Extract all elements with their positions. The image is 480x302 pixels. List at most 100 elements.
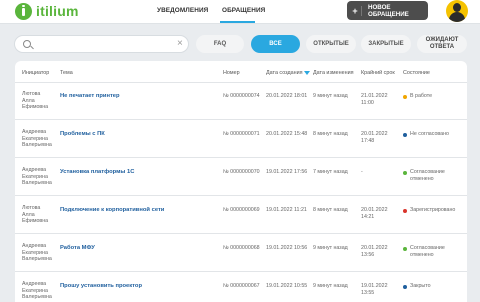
status-badge-line: отменено xyxy=(410,175,434,182)
header-initiator[interactable]: Инициатор xyxy=(22,70,49,76)
header-created[interactable]: Дата создания xyxy=(266,70,310,76)
number-cell: № 0000000068 xyxy=(223,245,260,251)
status-badge-line: В работе xyxy=(410,93,433,99)
table-row[interactable]: Андреева Екатерина Валерьевна Прошу установ… xyxy=(15,273,467,302)
table-row[interactable]: Андреева Екатерина Валерьевна Работа МФУ № 0… xyxy=(15,235,467,272)
deadline-cell-line: 20.01.2022 xyxy=(361,131,388,137)
changed-cell: 9 минут назад xyxy=(313,283,348,289)
deadline-cell: 21.01.2022 11:00 xyxy=(361,93,388,106)
user-body-icon xyxy=(449,12,465,22)
status-badge: Не согласовано xyxy=(410,131,449,138)
initiator-cell-line: Алла xyxy=(22,211,35,218)
deadline-cell-line: - xyxy=(361,169,363,175)
number-cell: № 0000000070 xyxy=(223,169,260,175)
changed-cell: 7 минут назад xyxy=(313,169,348,175)
deadline-cell-line: 13:56 xyxy=(361,251,375,258)
initiator-cell-line: Ефимовна xyxy=(22,218,49,225)
search-icon xyxy=(23,40,31,48)
initiator-cell-line: Екатерина xyxy=(22,135,48,142)
number-cell: № 0000000071 xyxy=(223,131,260,137)
header-deadline[interactable]: Крайний срок xyxy=(361,70,395,76)
deadline-cell: - xyxy=(361,169,363,176)
avatar[interactable] xyxy=(446,0,468,22)
initiator-cell-line: Екатерина xyxy=(22,173,48,180)
status-badge: Согласование отменено xyxy=(410,245,445,258)
filter-awaiting-reply[interactable]: ОЖИДАЮТ ОТВЕТА xyxy=(417,35,467,53)
deadline-cell: 20.01.2022 13:56 xyxy=(361,245,388,258)
topic-link[interactable]: Проблемы с ПК xyxy=(60,131,105,138)
initiator-cell-line: Екатерина xyxy=(22,249,48,256)
created-cell: 19.01.2022 17:56 xyxy=(266,169,308,175)
deadline-cell-line: 14:21 xyxy=(361,213,375,220)
search-input[interactable]: × xyxy=(14,35,189,53)
status-dot-icon xyxy=(403,209,407,213)
created-cell: 20.01.2022 18:01 xyxy=(266,93,308,99)
initiator-cell-line: Ефимовна xyxy=(22,104,49,111)
deadline-cell: 20.01.2022 14:21 xyxy=(361,207,388,220)
number-cell: № 0000000069 xyxy=(223,207,260,213)
tab-requests[interactable]: ОБРАЩЕНИЯ xyxy=(222,7,265,14)
initiator-cell-line: Валерьевна xyxy=(22,294,52,301)
status-badge-line: Не согласовано xyxy=(410,131,449,137)
initiator-cell: Лютова Алла Ефимовна xyxy=(22,91,48,111)
top-bar: itilium УВЕДОМЛЕНИЯ ОБРАЩЕНИЯ + НОВОЕ ОБ… xyxy=(0,0,480,24)
initiator-cell-line: Андреева xyxy=(22,129,47,135)
created-cell: 19.01.2022 10:55 xyxy=(266,283,308,289)
topic-link[interactable]: Подключение к корпоративной сети xyxy=(60,207,164,214)
table-row[interactable]: Лютова Алла Ефимовна Не печатает принтер № 0… xyxy=(15,83,467,120)
table-row[interactable]: Лютова Алла Ефимовна Подключение к корпорат… xyxy=(15,197,467,234)
initiator-cell: Андреева Екатерина Валерьевна xyxy=(22,243,52,263)
status-badge-line: отменено xyxy=(410,251,434,258)
initiator-cell-line: Андреева xyxy=(22,243,47,249)
status-dot-icon xyxy=(403,171,407,175)
status-badge: Зарегистрировано xyxy=(410,207,455,214)
changed-cell: 9 минут назад xyxy=(313,245,348,251)
requests-table: Инициатор Тема Номер Дата создания Дата … xyxy=(15,61,467,302)
user-head-icon xyxy=(453,3,461,12)
tab-notifications[interactable]: УВЕДОМЛЕНИЯ xyxy=(157,7,208,14)
table-row[interactable]: Андреева Екатерина Валерьевна Установка пла… xyxy=(15,159,467,196)
table-row[interactable]: Андреева Екатерина Валерьевна Проблемы с ПК… xyxy=(15,121,467,158)
status-badge: Закрыто xyxy=(410,283,431,290)
itilium-logo-icon[interactable] xyxy=(15,3,32,20)
header-topic[interactable]: Тема xyxy=(60,70,73,76)
deadline-cell-line: 19.01.2022 xyxy=(361,283,388,289)
initiator-cell-line: Алла xyxy=(22,97,35,104)
status-dot-icon xyxy=(403,285,407,289)
logo-text[interactable]: itilium xyxy=(36,3,79,19)
topic-link[interactable]: Работа МФУ xyxy=(60,245,95,252)
initiator-cell-line: Лютова xyxy=(22,205,41,211)
filter-open[interactable]: ОТКРЫТЫЕ xyxy=(306,35,356,53)
header-status[interactable]: Состояние xyxy=(403,70,430,76)
changed-cell: 8 минут назад xyxy=(313,131,348,137)
header-changed[interactable]: Дата изменения xyxy=(313,70,354,76)
filter-all[interactable]: ВСЕ xyxy=(251,35,300,53)
initiator-cell-line: Валерьевна xyxy=(22,142,52,149)
deadline-cell-line: 20.01.2022 xyxy=(361,245,388,251)
active-tab-indicator xyxy=(220,21,255,23)
deadline-cell-line: 17:48 xyxy=(361,137,375,144)
created-cell: 19.01.2022 11:21 xyxy=(266,207,307,213)
initiator-cell: Андреева Екатерина Валерьевна xyxy=(22,129,52,149)
header-number[interactable]: Номер xyxy=(223,70,240,76)
filter-faq[interactable]: FAQ xyxy=(196,35,244,53)
status-badge-line: Согласование xyxy=(410,245,445,251)
filter-closed[interactable]: ЗАКРЫТЫЕ xyxy=(361,35,411,53)
clear-icon[interactable]: × xyxy=(177,38,183,49)
status-dot-icon xyxy=(403,247,407,251)
status-dot-icon xyxy=(403,133,407,137)
initiator-cell: Андреева Екатерина Валерьевна xyxy=(22,167,52,187)
changed-cell: 9 минут назад xyxy=(313,93,348,99)
status-badge: В работе xyxy=(410,93,432,100)
deadline-cell: 20.01.2022 17:48 xyxy=(361,131,388,144)
topic-link[interactable]: Прошу установить проектор xyxy=(60,283,142,290)
status-dot-icon xyxy=(403,95,407,99)
initiator-cell-line: Лютова xyxy=(22,91,41,97)
created-cell: 19.01.2022 10:56 xyxy=(266,245,308,251)
new-request-button[interactable]: + НОВОЕ ОБРАЩЕНИЕ xyxy=(347,1,428,20)
initiator-cell-line: Валерьевна xyxy=(22,256,52,263)
topic-link[interactable]: Установка платформы 1С xyxy=(60,169,134,176)
status-badge-line: Согласование xyxy=(410,169,445,175)
number-cell: № 0000000067 xyxy=(223,283,260,289)
topic-link[interactable]: Не печатает принтер xyxy=(60,93,120,100)
